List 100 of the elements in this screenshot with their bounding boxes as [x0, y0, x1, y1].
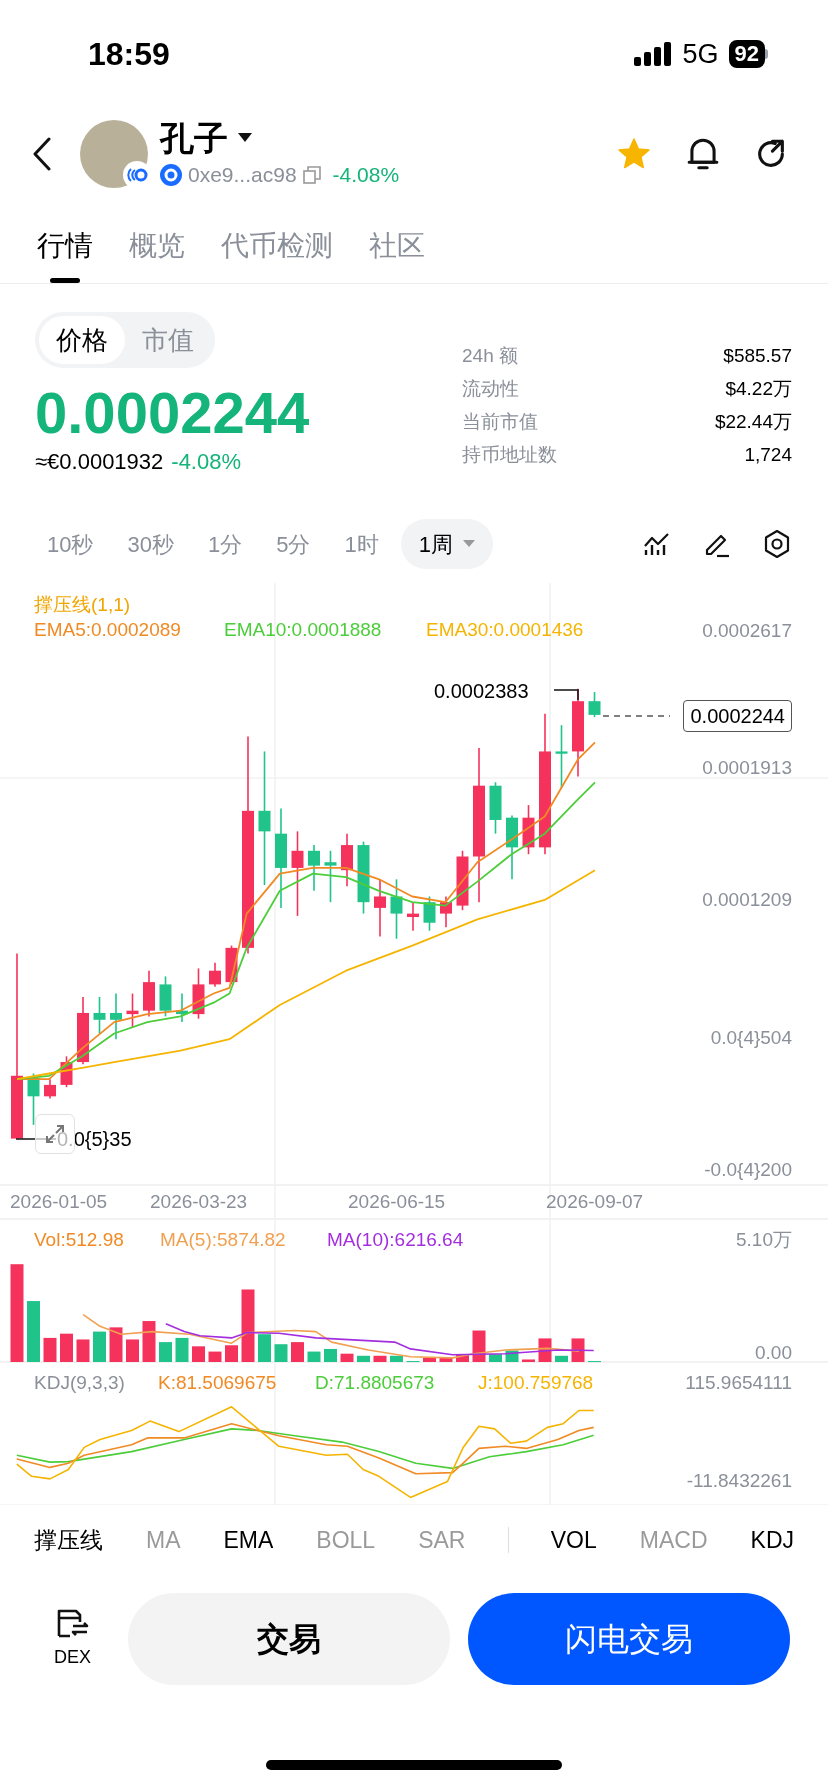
- candlestick: [489, 781, 502, 835]
- flash-trade-button[interactable]: 闪电交易: [468, 1593, 790, 1685]
- interval-tab[interactable]: 1时: [332, 519, 391, 569]
- indicator-tab[interactable]: BOLL: [316, 1522, 376, 1558]
- tab[interactable]: 代币检测: [219, 228, 335, 283]
- indicator-tab[interactable]: MA: [146, 1522, 181, 1558]
- candlestick: [324, 850, 337, 903]
- candlestick: [159, 975, 172, 1018]
- candlestick: [522, 804, 535, 855]
- candlestick: [456, 850, 469, 911]
- indicator-tab[interactable]: VOL: [550, 1522, 597, 1558]
- fiat-price: ≈€0.0001932: [35, 448, 164, 476]
- interval-tab[interactable]: 10秒: [35, 519, 106, 569]
- price-change: -4.08%: [332, 162, 400, 189]
- volume-bar: [357, 1355, 370, 1362]
- volume-bar: [43, 1337, 57, 1362]
- indicator-tab[interactable]: SAR: [418, 1522, 466, 1558]
- contract-address: 0xe9...ac98: [188, 162, 297, 189]
- candlestick: [308, 844, 320, 892]
- candlestick: [143, 969, 155, 1018]
- candlestick: [341, 832, 353, 887]
- axis-label: 115.9654111: [685, 1371, 792, 1395]
- candlestick: [110, 992, 122, 1040]
- battery-indicator: 92: [728, 40, 768, 68]
- axis-label: 0.0001913: [702, 756, 792, 780]
- date-label: 2026-01-05: [10, 1190, 108, 1214]
- stat-value: 1,724: [744, 443, 792, 468]
- axis-label: -11.8432261: [686, 1469, 792, 1493]
- chain-logo-icon: [160, 164, 182, 186]
- indicator-tab[interactable]: 撑压线: [34, 1522, 103, 1558]
- volume-bar: [489, 1354, 502, 1362]
- status-time: 18:59: [88, 35, 170, 74]
- high-price-label: 0.0002383: [434, 679, 529, 703]
- interval-tab[interactable]: 30秒: [115, 519, 186, 569]
- candlestick: [390, 878, 403, 940]
- candlestick: [44, 1078, 56, 1100]
- legend-item: MA(10):6216.64: [327, 1228, 464, 1252]
- volume-bar: [142, 1321, 156, 1362]
- interval-tab[interactable]: 1分: [195, 519, 255, 569]
- axis-label: -0.0{4}200: [704, 1158, 792, 1182]
- legend-item: MA(5):5874.82: [160, 1228, 286, 1252]
- indicator-tab[interactable]: KDJ: [750, 1522, 794, 1558]
- volume-bar: [390, 1355, 403, 1362]
- axis-label: 0.0{4}504: [710, 1026, 792, 1050]
- price-mode-option[interactable]: 市值: [125, 316, 211, 364]
- volume-bar: [60, 1333, 73, 1362]
- date-label: 2026-09-07: [546, 1190, 644, 1214]
- price-change: -4.08%: [171, 448, 242, 476]
- candlestick: [588, 691, 601, 718]
- volume-bar: [456, 1354, 469, 1362]
- candlestick: [77, 996, 89, 1066]
- trade-button[interactable]: 交易: [128, 1593, 450, 1685]
- indicator-title: 撑压线(1,1): [34, 593, 131, 617]
- volume-bar: [175, 1337, 189, 1362]
- date-label: 2026-06-15: [348, 1190, 446, 1214]
- volume-bar: [109, 1327, 123, 1362]
- volume-bar: [208, 1351, 222, 1362]
- volume-bar: [126, 1339, 139, 1362]
- tab[interactable]: 行情: [35, 228, 95, 283]
- axis-label: 5.10万: [736, 1228, 792, 1252]
- dex-button[interactable]: DEX: [35, 1607, 110, 1671]
- volume-bar: [225, 1345, 238, 1362]
- candlestick: [423, 895, 436, 932]
- candlestick: [374, 878, 386, 938]
- legend-item: D:71.8805673: [315, 1371, 435, 1395]
- indicator-tab[interactable]: EMA: [223, 1522, 274, 1558]
- candlestick: [176, 992, 188, 1023]
- bell-icon[interactable]: [686, 136, 720, 172]
- indicator-tab[interactable]: MACD: [639, 1522, 708, 1558]
- volume-bar: [522, 1359, 535, 1362]
- price-mode-option[interactable]: 价格: [39, 316, 125, 364]
- network-label: 5G: [682, 37, 719, 71]
- low-price-label: 0.0{5}35: [57, 1127, 132, 1151]
- volume-bar: [27, 1301, 40, 1362]
- back-icon[interactable]: [32, 137, 52, 171]
- volume-bar: [373, 1355, 387, 1362]
- legend-item: K:81.5069675: [158, 1371, 277, 1395]
- legend-item: EMA30:0.0001436: [426, 618, 584, 642]
- legend-item: KDJ(9,3,3): [34, 1371, 125, 1395]
- token-name[interactable]: 孔子: [160, 117, 228, 160]
- candlestick: [192, 967, 205, 1020]
- interval-tab[interactable]: 1周: [400, 519, 493, 569]
- volume-bar: [324, 1348, 337, 1362]
- volume-bar: [159, 1342, 172, 1362]
- axis-label: 0.0002617: [702, 619, 792, 643]
- indicator-chart-icon[interactable]: [643, 532, 671, 556]
- legend-item: Vol:512.98: [34, 1228, 124, 1252]
- stat-label: 24h 额: [462, 344, 518, 369]
- candlestick: [209, 961, 221, 988]
- axis-label: 0.0001209: [702, 888, 792, 912]
- stat-label: 当前市值: [462, 410, 538, 435]
- legend-item: EMA10:0.0001888: [224, 618, 382, 642]
- candlestick: [506, 814, 518, 881]
- tab[interactable]: 社区: [367, 228, 427, 283]
- candlestick: [440, 895, 452, 929]
- interval-tab[interactable]: 5分: [264, 519, 323, 569]
- copy-icon[interactable]: [302, 166, 321, 184]
- settings-icon[interactable]: [763, 529, 791, 559]
- tab[interactable]: 概览: [127, 228, 187, 283]
- caret-icon[interactable]: [238, 133, 252, 144]
